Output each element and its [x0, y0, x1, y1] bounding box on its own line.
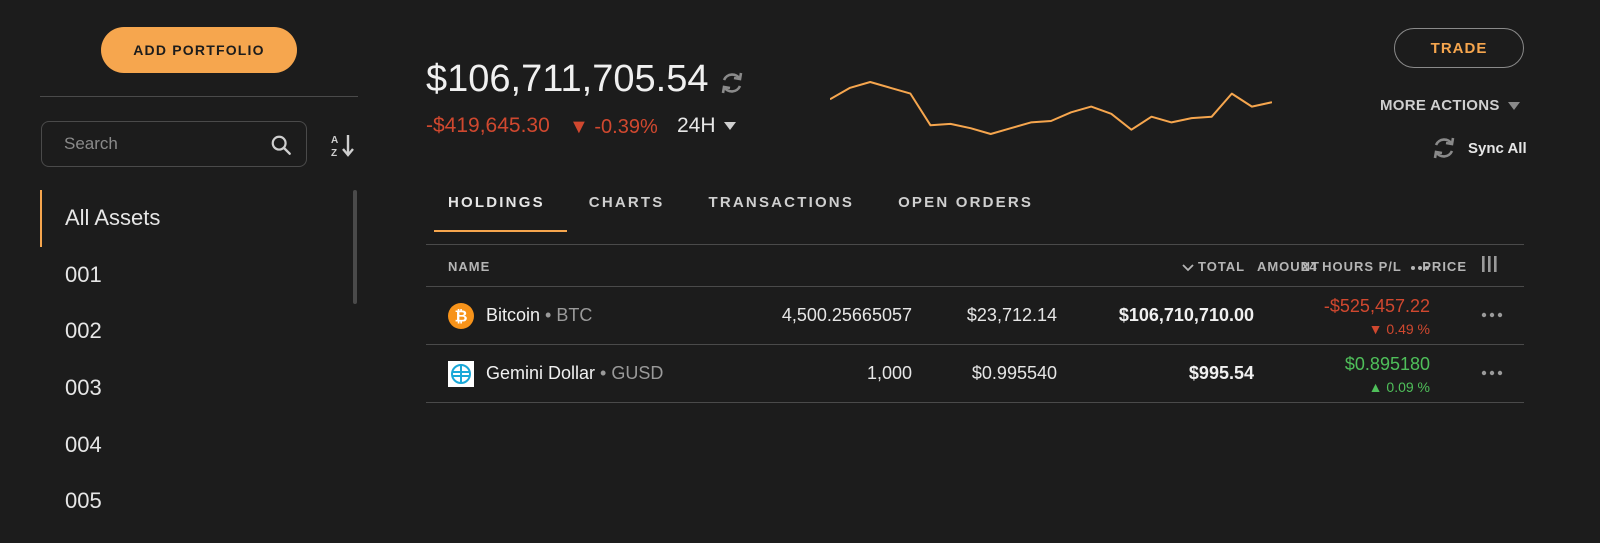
asset-item-002[interactable]: 002 — [40, 303, 340, 360]
total-cell: $106,710,710.00 — [1118, 305, 1254, 325]
asset-item-005[interactable]: 005 — [40, 473, 340, 530]
svg-text:A: A — [331, 135, 338, 146]
sidebar: ADD PORTFOLIO A Z All Assets 001 002 003… — [40, 0, 360, 543]
table-row[interactable]: ₿ Bitcoin • BTC 4,500.25665057 $23,712.1… — [426, 287, 1524, 345]
tab-label: CHARTS — [588, 194, 665, 211]
pl-percent: ▼ 0.49 % — [1368, 321, 1430, 337]
tab-open-orders[interactable]: OPEN ORDERS — [876, 190, 1055, 232]
table-header: NAME AMOUNT PRICE TOTAL 24 HOURS P/L — [426, 245, 1524, 287]
asset-symbol: • GUSD — [595, 363, 664, 383]
table-row[interactable]: Gemini Dollar • GUSD 1,000 $0.995540 $99… — [426, 345, 1524, 403]
asset-name: Gemini Dollar • GUSD — [486, 363, 664, 383]
amount-cell: 1,000 — [866, 363, 912, 383]
sort-desc-icon — [1182, 263, 1194, 271]
sparkline-series — [830, 81, 1272, 135]
more-options-icon[interactable] — [1481, 311, 1503, 319]
svg-text:₿: ₿ — [454, 308, 467, 326]
price-cell: $23,712.14 — [966, 305, 1057, 325]
bitcoin-icon: ₿ — [448, 303, 474, 329]
column-header-pl[interactable]: 24 HOURS P/L — [1301, 259, 1430, 274]
tab-holdings[interactable]: HOLDINGS — [426, 190, 567, 232]
asset-item-001[interactable]: 001 — [40, 247, 340, 304]
asset-item-003[interactable]: 003 — [40, 360, 340, 417]
asset-item-label: All Assets — [65, 205, 161, 231]
svg-text:Z: Z — [331, 148, 337, 158]
asset-item-label: 004 — [65, 431, 102, 457]
sidebar-divider — [40, 96, 358, 97]
column-settings-icon[interactable] — [1480, 255, 1498, 273]
gemini-dollar-icon — [448, 361, 474, 387]
total-cell: $995.54 — [1188, 363, 1254, 383]
asset-name: Bitcoin • BTC — [486, 305, 593, 325]
portfolio-sparkline — [830, 81, 1272, 135]
asset-list: All Assets 001 002 003 004 005 — [40, 190, 340, 530]
more-options-icon[interactable] — [1481, 369, 1503, 377]
asset-item-all-assets[interactable]: All Assets — [40, 190, 340, 247]
price-cell: $0.995540 — [971, 363, 1057, 383]
chevron-down-icon[interactable] — [723, 121, 737, 131]
search-input[interactable] — [64, 122, 264, 166]
holdings-table: NAME AMOUNT PRICE TOTAL 24 HOURS P/L ₿ B… — [426, 245, 1524, 403]
more-options-icon[interactable] — [1410, 265, 1430, 271]
column-header-name[interactable]: NAME — [448, 259, 490, 274]
search-icon[interactable] — [270, 134, 292, 156]
sort-az-icon[interactable]: A Z — [330, 132, 356, 158]
tab-transactions[interactable]: TRANSACTIONS — [686, 190, 876, 232]
pl-percent: ▲ 0.09 % — [1368, 379, 1430, 395]
asset-item-label: 003 — [65, 375, 102, 401]
more-actions-menu[interactable]: MORE ACTIONS — [1380, 97, 1500, 114]
portfolio-change-amount: -$419,645.30 — [426, 114, 550, 137]
asset-item-004[interactable]: 004 — [40, 416, 340, 473]
trade-button[interactable]: TRADE — [1394, 28, 1524, 68]
tab-label: OPEN ORDERS — [898, 194, 1034, 211]
sync-all-button[interactable]: Sync All — [1468, 140, 1527, 157]
portfolio-change-percent: ▼ -0.39% — [569, 116, 658, 138]
refresh-icon[interactable] — [718, 69, 746, 97]
pl-value: -$525,457.22 — [1323, 296, 1430, 316]
asset-symbol: • BTC — [540, 305, 593, 325]
chevron-down-icon[interactable] — [1507, 101, 1521, 111]
asset-item-label: 001 — [65, 261, 102, 287]
sync-icon[interactable] — [1430, 134, 1458, 162]
pl-value: $0.895180 — [1344, 354, 1430, 374]
tab-charts[interactable]: CHARTS — [567, 190, 687, 232]
add-portfolio-button[interactable]: ADD PORTFOLIO — [101, 27, 297, 73]
portfolio-total-value: $106,711,705.54 — [426, 58, 709, 100]
tab-label: TRANSACTIONS — [708, 194, 855, 211]
search-box[interactable] — [41, 121, 307, 167]
asset-item-label: 002 — [65, 318, 102, 344]
period-selector[interactable]: 24H — [677, 114, 716, 138]
tab-label: HOLDINGS — [448, 194, 545, 211]
asset-item-label: 005 — [65, 488, 102, 514]
column-header-total[interactable]: TOTAL — [1182, 259, 1245, 274]
amount-cell: 4,500.25665057 — [781, 305, 912, 325]
tab-bar: HOLDINGS CHARTS TRANSACTIONS OPEN ORDERS — [426, 190, 1055, 232]
sidebar-scrollbar[interactable] — [353, 190, 357, 304]
